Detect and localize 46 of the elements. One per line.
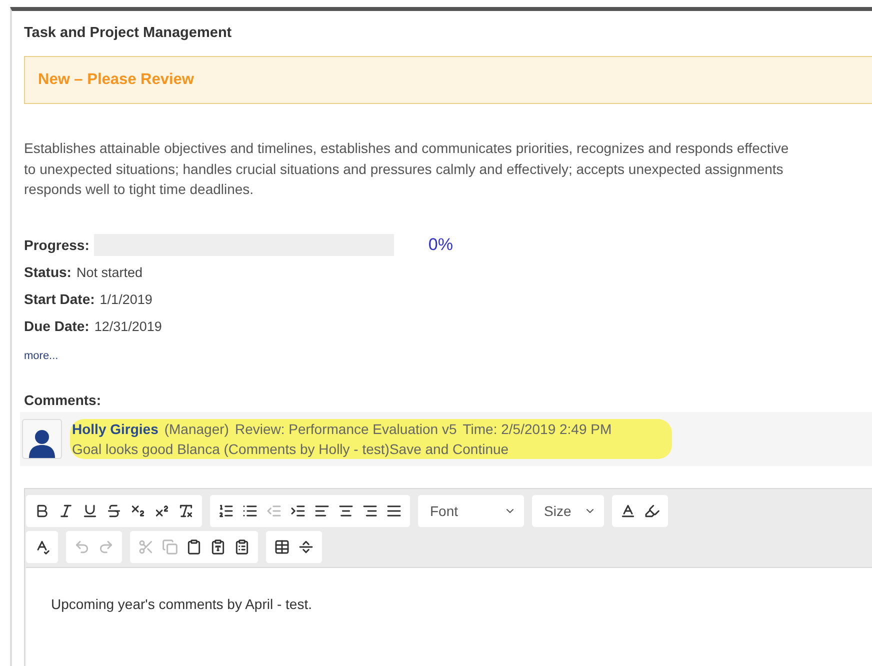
comment-time: Time: 2/5/2019 2:49 PM [462,420,612,436]
more-link[interactable]: more... [24,350,872,362]
italic-icon [58,502,74,518]
strikethrough-icon [106,502,122,518]
align-center-icon [338,502,354,518]
outdent-icon [266,502,282,518]
comment-role: (Manager) [164,420,229,436]
comment-review: Review: Performance Evaluation v5 [234,420,457,436]
redo-icon [98,538,114,554]
field-label: Start Date: [24,291,95,307]
section-title: Task and Project Management [24,25,233,41]
paste-text-icon [210,538,226,554]
progress-label: Progress: [24,237,90,253]
bulleted-list-icon [242,502,258,518]
background-color-icon [644,502,660,518]
align-left-icon [314,502,330,518]
field-value: Not started [76,264,142,280]
underline-icon [82,502,98,518]
horizontal-rule-icon [298,538,314,554]
cut-icon [138,538,154,554]
field-value: 12/31/2019 [94,318,162,334]
superscript-icon [154,502,170,518]
justify-icon [386,502,402,518]
paste-word-icon [234,538,250,554]
clear-formatting-icon [178,502,194,518]
table-icon [274,538,290,554]
comments-label: Comments: [24,392,102,408]
description-text: Establishes attainable objectives and timelines, establishes and communicates priorities, recognizes and responds effective to unexpected situations; handles crucial situations and pressures calmly and effectively; accepts unexpected assignments responds well to tight time deadlines. [24,139,790,199]
progress-percent: 0% [428,235,453,255]
numbered-list-icon [218,502,234,518]
subscript-icon [130,502,146,518]
indent-icon [290,502,306,518]
comment-text: Goal looks good Blanca (Comments by Holly - test)Save and Continue [72,440,510,458]
status-banner: New – Please Review [24,56,872,104]
comment-author: Holly Girgies [72,420,158,436]
editor-field[interactable]: Upcoming year's comments by April - test. [26,566,872,666]
copy-icon [162,538,178,554]
undo-icon [74,538,90,554]
dropdown-button[interactable]: Size [532,494,604,526]
field-label: Status: [24,264,72,280]
dropdown-button[interactable]: Font [418,494,524,526]
align-right-icon [362,502,378,518]
field-label: Due Date: [24,318,90,334]
text-color-icon [620,502,636,518]
field-value: 1/1/2019 [100,292,152,306]
paste-icon [186,538,202,554]
